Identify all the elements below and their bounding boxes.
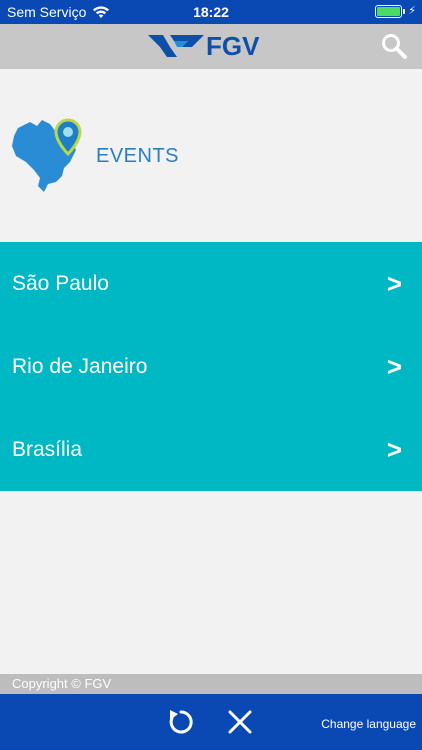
brazil-map-pin-icon: [12, 118, 82, 192]
status-time: 18:22: [193, 4, 229, 20]
close-icon[interactable]: [228, 710, 252, 734]
battery-tip: [403, 9, 406, 14]
refresh-icon[interactable]: [167, 708, 195, 736]
city-item-sao-paulo[interactable]: São Paulo >: [0, 242, 422, 325]
city-item-brasilia[interactable]: Brasília >: [0, 408, 422, 491]
app-header: FGV: [0, 24, 422, 69]
city-label: Rio de Janeiro: [12, 354, 148, 378]
chevron-right-icon: >: [386, 434, 402, 464]
bottom-toolbar: Change language: [0, 694, 422, 750]
change-language-link[interactable]: Change language: [321, 717, 416, 731]
city-item-rio-de-janeiro[interactable]: Rio de Janeiro >: [0, 325, 422, 408]
city-list: São Paulo > Rio de Janeiro > Brasília >: [0, 242, 422, 491]
fgv-logo-mark-icon: [148, 35, 204, 57]
chevron-right-icon: >: [386, 351, 402, 381]
events-title: EVENTS: [96, 145, 180, 167]
fgv-logo: FGV: [148, 33, 259, 59]
battery-indicator: ⚡: [375, 5, 416, 18]
status-bar: Sem Serviço 18:22 ⚡: [0, 0, 422, 24]
city-label: São Paulo: [12, 271, 109, 295]
events-section: EVENTS: [0, 69, 422, 242]
copyright-text: Copyright © FGV: [12, 676, 112, 691]
battery-fill: [377, 7, 401, 16]
copyright-bar: Copyright © FGV: [0, 674, 422, 694]
logo-text: FGV: [206, 31, 260, 61]
chevron-right-icon: >: [386, 268, 402, 298]
battery-icon: [375, 5, 403, 18]
search-icon[interactable]: [380, 32, 408, 60]
charging-bolt-icon: ⚡: [408, 5, 416, 17]
city-label: Brasília: [12, 437, 83, 461]
